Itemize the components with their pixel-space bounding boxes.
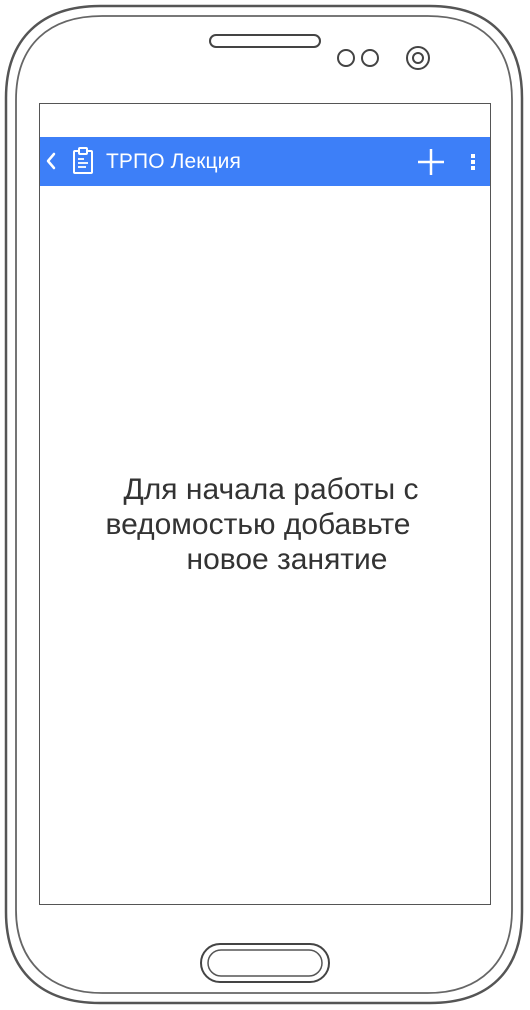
overflow-menu-button[interactable] <box>466 149 480 175</box>
app-screen: ТРПО Лекция Для начала работы с ведомост… <box>40 104 490 904</box>
back-button[interactable] <box>43 151 59 171</box>
app-bar-title: ТРПО Лекция <box>106 150 241 173</box>
empty-state-line: Для начала работы с <box>123 473 419 506</box>
app-bar: ТРПО Лекция <box>40 137 490 186</box>
more-vertical-icon <box>471 154 475 170</box>
empty-state-line: ведомостью добавьте <box>105 508 411 541</box>
phone-mockup: ТРПО Лекция Для начала работы с ведомост… <box>0 0 530 1010</box>
add-lesson-button[interactable] <box>416 147 446 177</box>
chevron-left-icon <box>46 152 56 170</box>
empty-state-line: новое занятие <box>186 543 388 576</box>
clipboard-icon <box>71 147 95 175</box>
plus-icon <box>418 149 444 175</box>
empty-state-message: Для начала работы с ведомостью добавьте … <box>40 472 490 577</box>
